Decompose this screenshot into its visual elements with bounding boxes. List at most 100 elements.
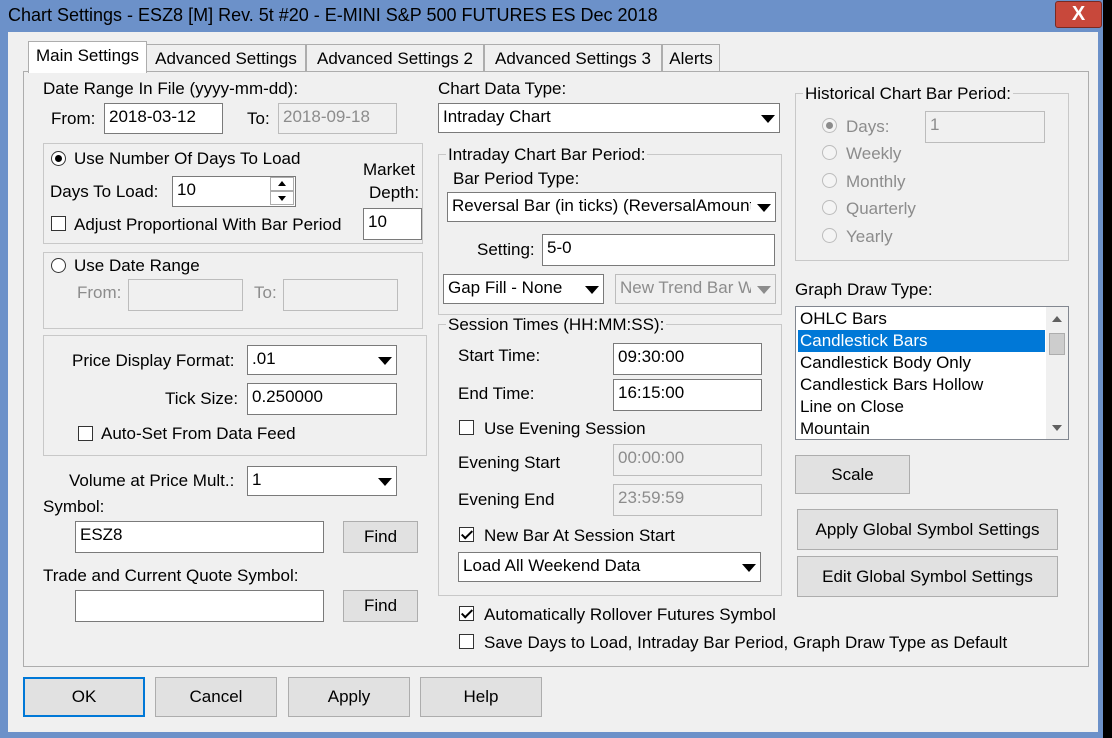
price-format-label: Price Display Format: xyxy=(72,351,235,370)
chevron-down-icon xyxy=(579,275,603,303)
trade-quote-symbol-label: Trade and Current Quote Symbol: xyxy=(43,566,299,585)
price-format-value: .01 xyxy=(252,349,276,368)
from-label: From: xyxy=(51,109,96,128)
use-evening-session-label: Use Evening Session xyxy=(484,419,646,438)
tab-advanced-settings-3[interactable]: Advanced Settings 3 xyxy=(484,44,662,72)
chevron-down-icon xyxy=(372,346,396,374)
date-range-label: Date Range In File (yyyy-mm-dd): xyxy=(43,79,299,98)
volume-mult-select[interactable]: 1 xyxy=(247,466,397,496)
ok-button[interactable]: OK xyxy=(23,677,145,717)
save-defaults-checkbox[interactable] xyxy=(459,634,474,649)
tick-size-input[interactable]: 0.250000 xyxy=(247,383,397,415)
start-time-label: Start Time: xyxy=(458,346,541,365)
evening-start-label: Evening Start xyxy=(458,453,561,472)
days-spin-down-icon[interactable] xyxy=(270,191,294,205)
cancel-button[interactable]: Cancel xyxy=(155,677,277,717)
historical-yearly-label: Yearly xyxy=(846,227,893,246)
tab-alerts[interactable]: Alerts xyxy=(662,44,720,72)
tick-size-label: Tick Size: xyxy=(165,389,239,408)
auto-rollover-checkbox[interactable] xyxy=(459,606,474,621)
apply-global-symbol-settings-button[interactable]: Apply Global Symbol Settings xyxy=(797,509,1058,550)
volume-mult-label: Volume at Price Mult.: xyxy=(69,471,235,490)
gap-fill-value: Gap Fill - None xyxy=(448,278,563,297)
list-item[interactable]: Mountain xyxy=(798,418,1045,439)
autoset-checkbox[interactable] xyxy=(78,426,93,441)
price-format-select[interactable]: .01 xyxy=(247,345,397,375)
list-item[interactable]: OHLC Bars xyxy=(798,308,1045,330)
scroll-down-icon[interactable] xyxy=(1046,417,1068,439)
graph-draw-type-label: Graph Draw Type: xyxy=(795,280,933,299)
chart-data-type-label: Chart Data Type: xyxy=(438,79,567,98)
setting-label: Setting: xyxy=(477,240,535,259)
adjust-proportional-checkbox[interactable] xyxy=(51,216,66,231)
tab-main-settings[interactable]: Main Settings xyxy=(28,41,147,73)
auto-rollover-label: Automatically Rollover Futures Symbol xyxy=(484,605,776,624)
tab-advanced-settings-2[interactable]: Advanced Settings 2 xyxy=(306,44,484,72)
to-label: To: xyxy=(247,109,270,128)
range-to-field xyxy=(283,279,398,311)
list-item[interactable]: Candlestick Bars Hollow xyxy=(798,374,1045,396)
historical-quarterly-radio xyxy=(822,200,837,215)
historical-quarterly-label: Quarterly xyxy=(846,199,916,218)
adjust-proportional-label: Adjust Proportional With Bar Period xyxy=(74,215,342,234)
range-from-field xyxy=(128,279,243,311)
days-to-load-label: Days To Load: xyxy=(50,182,159,201)
use-evening-session-checkbox[interactable] xyxy=(459,420,474,435)
apply-button[interactable]: Apply xyxy=(288,677,410,717)
start-time-input[interactable]: 09:30:00 xyxy=(613,343,762,375)
list-item-selected[interactable]: Candlestick Bars xyxy=(798,330,1045,352)
chart-data-type-select[interactable]: Intraday Chart xyxy=(438,103,780,133)
bar-period-type-select[interactable]: Reversal Bar (in ticks) (ReversalAmount) xyxy=(447,192,776,222)
weekend-data-value: Load All Weekend Data xyxy=(463,556,641,575)
days-spin-up-icon[interactable] xyxy=(270,177,294,191)
new-trend-bar-select: New Trend Bar With xyxy=(615,274,776,304)
market-depth-label-1: Market xyxy=(363,160,415,179)
new-bar-session-start-checkbox[interactable] xyxy=(459,527,474,542)
weekend-data-select[interactable]: Load All Weekend Data xyxy=(458,552,761,582)
range-to-label: To: xyxy=(254,283,277,302)
background-chart-strip xyxy=(1103,0,1112,738)
trade-quote-symbol-input[interactable] xyxy=(75,590,324,622)
save-defaults-label: Save Days to Load, Intraday Bar Period, … xyxy=(484,633,1008,652)
scroll-thumb[interactable] xyxy=(1049,333,1065,355)
autoset-label: Auto-Set From Data Feed xyxy=(101,424,296,443)
use-days-label: Use Number Of Days To Load xyxy=(74,149,301,168)
bar-period-type-label: Bar Period Type: xyxy=(453,169,580,188)
historical-days-input: 1 xyxy=(925,111,1045,143)
market-depth-input[interactable]: 10 xyxy=(363,208,422,240)
find-trade-symbol-button[interactable]: Find xyxy=(343,590,418,622)
new-bar-session-start-label: New Bar At Session Start xyxy=(484,526,675,545)
use-date-range-radio[interactable] xyxy=(51,258,66,273)
intraday-group-title: Intraday Chart Bar Period: xyxy=(446,145,648,165)
scale-button[interactable]: Scale xyxy=(795,455,910,494)
close-button[interactable]: X xyxy=(1055,1,1102,28)
evening-end-label: Evening End xyxy=(458,490,555,509)
graph-draw-type-list[interactable]: OHLC Bars Candlestick Bars Candlestick B… xyxy=(795,306,1069,440)
find-symbol-button[interactable]: Find xyxy=(343,521,418,553)
file-from-date-field[interactable]: 2018-03-12 xyxy=(104,103,223,134)
historical-days-label: Days: xyxy=(846,117,890,136)
title-bar[interactable]: Chart Settings - ESZ8 [M] Rev. 5t #20 - … xyxy=(0,0,1103,32)
bar-setting-input[interactable]: 5-0 xyxy=(542,234,775,266)
edit-global-symbol-settings-button[interactable]: Edit Global Symbol Settings xyxy=(797,556,1058,597)
chevron-down-icon xyxy=(751,193,775,221)
new-trend-bar-value: New Trend Bar With xyxy=(620,278,773,297)
scroll-up-icon[interactable] xyxy=(1046,307,1068,329)
gap-fill-select[interactable]: Gap Fill - None xyxy=(443,274,604,304)
end-time-label: End Time: xyxy=(458,384,535,403)
chart-data-type-value: Intraday Chart xyxy=(443,107,551,126)
list-item[interactable]: Candlestick Body Only xyxy=(798,352,1045,374)
list-item[interactable]: Line on Close xyxy=(798,396,1045,418)
end-time-input[interactable]: 16:15:00 xyxy=(613,379,762,411)
chevron-down-icon xyxy=(736,553,760,581)
use-date-range-label: Use Date Range xyxy=(74,256,200,275)
help-button[interactable]: Help xyxy=(420,677,542,717)
tab-advanced-settings[interactable]: Advanced Settings xyxy=(146,44,306,72)
use-days-radio[interactable] xyxy=(51,151,66,166)
symbol-input[interactable]: ESZ8 xyxy=(75,521,324,553)
historical-group-title: Historical Chart Bar Period: xyxy=(803,84,1013,104)
historical-weekly-label: Weekly xyxy=(846,144,902,163)
list-scrollbar[interactable] xyxy=(1046,307,1068,439)
symbol-label: Symbol: xyxy=(43,497,105,516)
evening-start-input: 00:00:00 xyxy=(613,444,762,476)
